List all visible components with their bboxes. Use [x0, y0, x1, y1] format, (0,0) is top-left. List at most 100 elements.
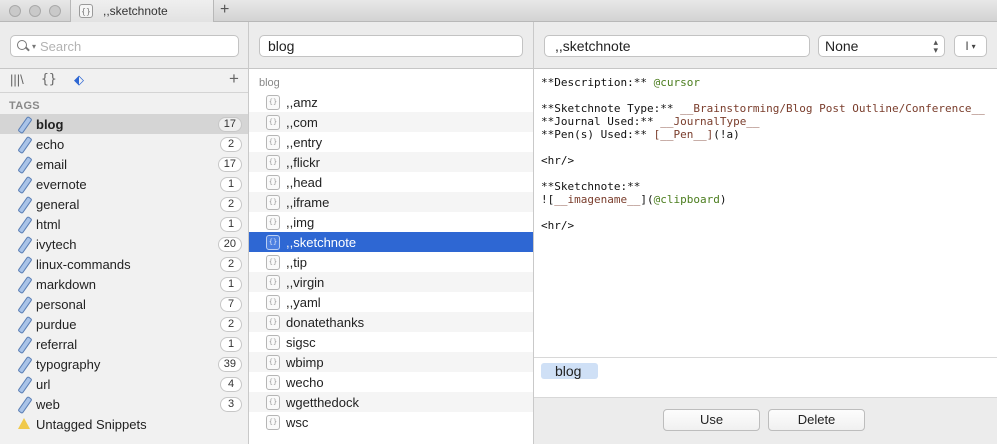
- tag-item-html[interactable]: html 1: [0, 214, 248, 234]
- snippet-item[interactable]: {} wsc: [249, 412, 533, 432]
- snippet-item[interactable]: {} ,,sketchnote: [249, 232, 533, 252]
- snippet-item[interactable]: {} ,,head: [249, 172, 533, 192]
- tag-count-badge: 20: [217, 237, 242, 252]
- tag-item-url[interactable]: url 4: [0, 374, 248, 394]
- snippet-item[interactable]: {} ,,virgin: [249, 272, 533, 292]
- snippet-icon: {}: [266, 154, 280, 170]
- tag-count-badge: 17: [217, 117, 242, 132]
- use-button[interactable]: Use: [663, 409, 760, 431]
- tag-label: url: [36, 376, 51, 392]
- snippet-label: ,,iframe: [286, 194, 330, 210]
- tab-sketchnote[interactable]: {} ,,sketchnote: [70, 0, 214, 22]
- snippet-item[interactable]: {} ,,img: [249, 212, 533, 232]
- untagged-snippets-item[interactable]: Untagged Snippets: [0, 414, 248, 434]
- tag-filter-field[interactable]: blog: [259, 35, 523, 57]
- tag-count-badge: 17: [217, 157, 242, 172]
- tag-item-general[interactable]: general 2: [0, 194, 248, 214]
- snippet-editor[interactable]: **Description:** @cursor **Sketchnote Typ…: [541, 76, 991, 356]
- add-icon[interactable]: +: [229, 69, 239, 89]
- snippet-item[interactable]: {} ,,iframe: [249, 192, 533, 212]
- snippet-tag-bar[interactable]: blog: [534, 357, 997, 397]
- snippet-label: ,,amz: [286, 94, 318, 110]
- editor-line: <hr/>: [541, 219, 991, 232]
- snippet-label: ,,head: [286, 174, 323, 190]
- tag-item-markdown[interactable]: markdown 1: [0, 274, 248, 294]
- tag-count-badge: 1: [220, 277, 242, 292]
- snippet-item[interactable]: {} wecho: [249, 372, 533, 392]
- tag-item-web[interactable]: web 3: [0, 394, 248, 414]
- snippet-icon: {}: [266, 254, 280, 270]
- insert-placeholder-button[interactable]: I ▾: [954, 35, 987, 57]
- search-field[interactable]: ▾: [10, 35, 239, 57]
- tag-item-evernote[interactable]: evernote 1: [0, 174, 248, 194]
- snippet-item[interactable]: {} ,,flickr: [249, 152, 533, 172]
- text-token: ](: [640, 193, 654, 206]
- snippet-icon: {}: [266, 274, 280, 290]
- placeholder-token: __imagename__: [554, 193, 641, 206]
- snippet-icon: {}: [79, 4, 93, 18]
- title-bar: {} ,,sketchnote +: [0, 0, 997, 22]
- snippet-icon: {}: [266, 354, 280, 370]
- new-tab-button[interactable]: +: [220, 1, 229, 19]
- tag-item-blog[interactable]: blog 17: [0, 114, 248, 134]
- snippet-icon: {}: [266, 114, 280, 130]
- tag-icon: [17, 237, 31, 251]
- snippet-item[interactable]: {} ,,amz: [249, 92, 533, 112]
- variable-token: @clipboard: [653, 193, 720, 206]
- braces-icon[interactable]: {}: [41, 72, 57, 87]
- search-input[interactable]: [40, 38, 221, 54]
- snippet-list-toolbar: blog: [249, 22, 533, 69]
- snippet-label: wbimp: [286, 354, 324, 370]
- tag-icon: [17, 377, 31, 391]
- snippet-item[interactable]: {} wgetthedock: [249, 392, 533, 412]
- tag-count-badge: 3: [220, 397, 242, 412]
- snippet-item[interactable]: {} sigsc: [249, 332, 533, 352]
- minimize-window-button[interactable]: [29, 5, 41, 17]
- snippet-item[interactable]: {} wbimp: [249, 352, 533, 372]
- tag-icon[interactable]: ⬖: [74, 72, 84, 88]
- snippet-item[interactable]: {} donatethanks: [249, 312, 533, 332]
- tag-item-email[interactable]: email 17: [0, 154, 248, 174]
- snippet-icon: {}: [266, 394, 280, 410]
- snippet-icon: {}: [266, 374, 280, 390]
- snippet-item[interactable]: {} ,,com: [249, 112, 533, 132]
- snippet-item[interactable]: {} ,,tip: [249, 252, 533, 272]
- tag-item-echo[interactable]: echo 2: [0, 134, 248, 154]
- tag-label: markdown: [36, 276, 96, 292]
- tag-count-badge: 1: [220, 217, 242, 232]
- language-select[interactable]: None ▴ ▾: [818, 35, 945, 57]
- tag-item-linux-commands[interactable]: linux-commands 2: [0, 254, 248, 274]
- snippet-label: sigsc: [286, 334, 316, 350]
- tag-item-ivytech[interactable]: ivytech 20: [0, 234, 248, 254]
- snippet-icon: {}: [266, 234, 280, 250]
- snippet-item[interactable]: {} ,,yaml: [249, 292, 533, 312]
- tag-label: general: [36, 196, 80, 212]
- delete-button[interactable]: Delete: [768, 409, 865, 431]
- text-token: **Description:**: [541, 76, 654, 89]
- tag-item-personal[interactable]: personal 7: [0, 294, 248, 314]
- tag-item-purdue[interactable]: purdue 2: [0, 314, 248, 334]
- library-icon[interactable]: |||\: [10, 72, 24, 87]
- snippet-title-field[interactable]: ,,sketchnote: [544, 35, 810, 57]
- snippet-label: ,,sketchnote: [286, 234, 357, 250]
- tag-label: typography: [36, 356, 101, 372]
- search-icon: [16, 39, 36, 53]
- language-value: None: [825, 38, 859, 54]
- close-window-button[interactable]: [9, 5, 21, 17]
- tag-count-badge: 2: [220, 257, 242, 272]
- tag-item-referral[interactable]: referral 1: [0, 334, 248, 354]
- tag-item-typography[interactable]: typography 39: [0, 354, 248, 374]
- snippet-icon: {}: [266, 314, 280, 330]
- snippet-icon: {}: [266, 214, 280, 230]
- snippet-item[interactable]: {} ,,entry: [249, 132, 533, 152]
- app-window: {} ,,sketchnote + ▾ |||\ {} ⬖ + TAGS blo…: [0, 0, 997, 444]
- text-token: **Journal Used:**: [541, 115, 661, 128]
- snippet-icon: {}: [266, 334, 280, 350]
- text-token: ![: [541, 193, 555, 206]
- text-token: (!a): [713, 128, 740, 141]
- zoom-window-button[interactable]: [49, 5, 61, 17]
- tag-chip-blog[interactable]: blog: [541, 363, 598, 379]
- snippet-label: ,,flickr: [286, 154, 320, 170]
